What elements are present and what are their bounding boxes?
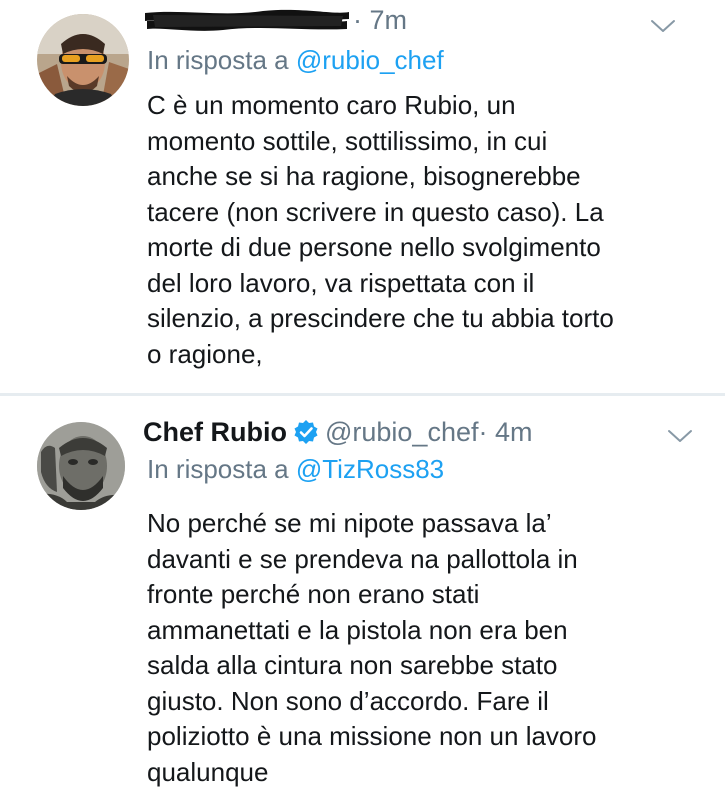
redacted-username bbox=[143, 7, 353, 35]
tweet-text-line: ammanettati e la pistola non era ben bbox=[147, 614, 568, 645]
reply-prefix: In risposta a bbox=[147, 45, 289, 75]
tweet-text-line: silenzio, a prescindere che tu abbia tor… bbox=[147, 303, 614, 333]
tweet-text-line: anche se si ha ragione, bisognerebbe bbox=[147, 161, 581, 191]
tweet-text-line: poliziotto è una missione non un lavoro bbox=[147, 721, 597, 751]
reply-handle-link[interactable]: @TizRoss83 bbox=[296, 454, 444, 484]
chevron-down-icon[interactable] bbox=[667, 428, 693, 444]
tweet-header: Chef Rubio @rubio_chef· 4m bbox=[143, 416, 532, 448]
tweet-text-line: davanti e se prendeva na pallottola in bbox=[147, 543, 578, 574]
tweet-text: C è un momento caro Rubio, un momento so… bbox=[147, 88, 687, 372]
display-name[interactable]: Chef Rubio bbox=[143, 417, 287, 447]
verified-badge-icon bbox=[293, 419, 319, 445]
tweet-time: · 4m bbox=[478, 417, 533, 447]
reply-context: In risposta a @TizRoss83 bbox=[147, 453, 444, 485]
avatar-image bbox=[37, 14, 129, 106]
tweet-time: · 7m bbox=[353, 5, 407, 35]
avatar[interactable] bbox=[37, 14, 129, 106]
tweet-text-line: momento sottile, sottilissimo, in cui bbox=[147, 125, 548, 156]
tweet-text-line: No perché se mi nipote passava la’ bbox=[147, 508, 552, 538]
avatar-image bbox=[37, 422, 125, 510]
tweet-2[interactable]: Chef Rubio @rubio_chef· 4m In risposta a … bbox=[0, 396, 725, 810]
tweet-text-line: fronte perché non erano stati bbox=[147, 579, 480, 609]
tweet-text-line: o ragione, bbox=[147, 338, 263, 369]
user-handle[interactable]: @rubio_chef bbox=[325, 417, 479, 447]
tweet-text-line: qualunque bbox=[147, 756, 269, 787]
avatar[interactable] bbox=[37, 422, 125, 510]
tweet-text-line: C è un momento caro Rubio, un bbox=[147, 90, 516, 120]
reply-prefix: In risposta a bbox=[147, 454, 289, 484]
tweet-text: No perché se mi nipote passava la’ davan… bbox=[147, 506, 687, 790]
tweet-text-line: salda alla cintura non sarebbe stato bbox=[147, 650, 558, 680]
tweet-text-line: morte di due persone nello svolgimento bbox=[147, 232, 601, 262]
chevron-down-icon[interactable] bbox=[650, 18, 676, 34]
tweet-header: · 7m bbox=[143, 4, 407, 36]
tweet-text-line: giusto. Non sono d’accordo. Fare il bbox=[147, 685, 549, 716]
reply-handle-link[interactable]: @rubio_chef bbox=[296, 45, 444, 75]
tweet-1[interactable]: · 7m In risposta a @rubio_chef C è un mo… bbox=[0, 0, 725, 395]
tweet-text-line: del loro lavoro, va rispettata con il bbox=[147, 267, 535, 298]
tweet-text-line: tacere (non scrivere in questo caso). La bbox=[147, 196, 604, 227]
reply-context: In risposta a @rubio_chef bbox=[147, 44, 444, 76]
